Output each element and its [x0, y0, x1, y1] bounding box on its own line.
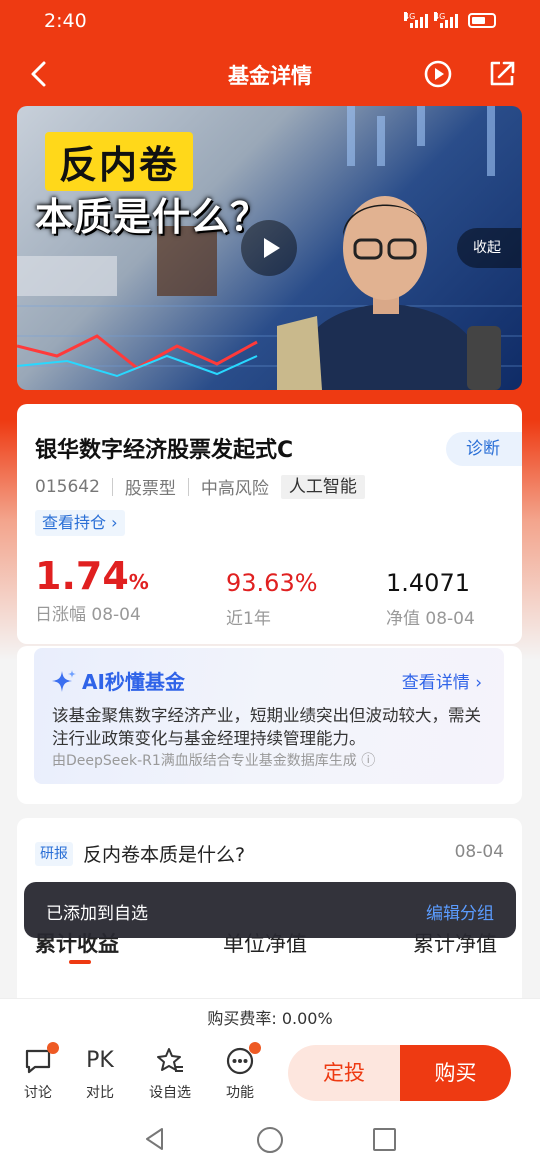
- network-type-label: 4G: [404, 12, 416, 21]
- edit-group-link[interactable]: 编辑分组: [426, 899, 494, 924]
- fund-type: 股票型: [124, 479, 176, 499]
- nav-value: 1.4071: [386, 569, 470, 597]
- signal-icon: 4G: [434, 12, 458, 28]
- chat-icon: [23, 1042, 59, 1076]
- play-circle-icon[interactable]: [422, 58, 454, 90]
- app-header: 基金详情: [0, 46, 540, 102]
- buy-button[interactable]: 购买: [400, 1045, 511, 1101]
- more-icon: [225, 1042, 261, 1076]
- one-year-value: 93.63%: [226, 569, 318, 597]
- research-tag: 研报: [35, 842, 73, 866]
- divider: [187, 477, 189, 496]
- more-functions-button[interactable]: 功能: [215, 1042, 265, 1102]
- research-date: 08-04: [454, 842, 504, 862]
- view-holdings-link[interactable]: 查看持仓 ›: [35, 510, 125, 536]
- video-title-line1: 反内卷: [45, 132, 194, 191]
- bottom-action-bar: 讨论 PK 对比 设自选 功能 定投 购买: [0, 1038, 540, 1110]
- compare-button[interactable]: PK 对比: [75, 1046, 125, 1102]
- add-watchlist-button[interactable]: 设自选: [145, 1046, 195, 1102]
- daily-change-metric: 1.74% 日涨幅 08-04: [35, 554, 149, 625]
- network-type-label: 4G: [434, 12, 446, 21]
- discuss-button[interactable]: 讨论: [13, 1042, 63, 1102]
- active-tab-indicator: [69, 960, 91, 964]
- fund-risk: 中高风险: [200, 479, 269, 499]
- nav-metric: 1.4071 净值 08-04: [386, 554, 475, 629]
- collapse-video-button[interactable]: 收起: [457, 228, 521, 268]
- star-list-icon: [155, 1046, 185, 1076]
- ai-summary-card[interactable]: AI秒懂基金 查看详情 › 该基金聚焦数字经济产业，短期业绩突出但波动较大，需关…: [34, 648, 504, 784]
- research-title[interactable]: 反内卷本质是什么?: [83, 840, 245, 867]
- status-bar: 2:40 4G 4G: [0, 0, 540, 42]
- page-title: 基金详情: [228, 64, 312, 88]
- video-player[interactable]: 反内卷 本质是什么？ 收起: [17, 106, 522, 390]
- status-time: 2:40: [44, 10, 87, 32]
- presenter-image: [277, 196, 501, 390]
- ai-title: AI秒懂基金: [82, 670, 185, 694]
- fund-code: 015642: [35, 476, 100, 497]
- fund-summary-card: 银华数字经济股票发起式C 诊断 015642 股票型 中高风险 人工智能 查看持…: [17, 404, 522, 644]
- video-title-line2: 本质是什么？: [35, 195, 270, 239]
- daily-change-label: 日涨幅 08-04: [35, 605, 141, 625]
- add-watchlist-label: 设自选: [149, 1085, 191, 1101]
- fund-name: 银华数字经济股票发起式C: [35, 438, 294, 463]
- nav-label: 净值 08-04: [386, 609, 475, 629]
- purchase-fee: 购买费率: 0.00%: [0, 998, 540, 1038]
- one-year-metric: 93.63% 近1年: [226, 554, 318, 629]
- daily-change-value: 1.74%: [35, 554, 149, 598]
- signal-icon: 4G: [404, 12, 428, 28]
- notification-dot: [47, 1042, 59, 1054]
- compare-label: 对比: [86, 1085, 114, 1101]
- fund-tags: 015642 股票型 中高风险 人工智能: [35, 474, 365, 499]
- nav-back-icon[interactable]: [142, 1126, 168, 1152]
- toast-message: 已添加到自选: [46, 904, 148, 924]
- theme-tag[interactable]: 人工智能: [280, 474, 365, 499]
- divider: [111, 477, 113, 496]
- added-to-watchlist-toast: 已添加到自选 编辑分组: [24, 882, 516, 938]
- ai-view-details-link[interactable]: 查看详情 ›: [402, 668, 482, 693]
- nav-home-icon[interactable]: [257, 1127, 283, 1153]
- fixed-investment-button[interactable]: 定投: [288, 1045, 400, 1101]
- share-icon[interactable]: [486, 58, 518, 90]
- system-nav-bar: [0, 1110, 540, 1170]
- ai-summary-text: 该基金聚焦数字经济产业，短期业绩突出但波动较大，需关注行业政策变化与基金经理持续…: [52, 706, 481, 748]
- sparkle-icon: [52, 670, 76, 692]
- video-play-button[interactable]: [241, 220, 297, 276]
- more-functions-label: 功能: [226, 1085, 254, 1101]
- pk-icon: PK: [86, 1048, 114, 1073]
- one-year-label: 近1年: [226, 609, 271, 629]
- ai-source-note: 由DeepSeek-R1满血版结合专业基金数据库生成 ⓘ: [52, 753, 376, 769]
- diagnose-button[interactable]: 诊断: [446, 432, 522, 466]
- nav-recents-icon[interactable]: [373, 1128, 396, 1151]
- discuss-label: 讨论: [24, 1085, 52, 1101]
- notification-dot: [249, 1042, 261, 1054]
- battery-icon: [468, 12, 496, 28]
- status-icons: 4G 4G: [404, 12, 496, 28]
